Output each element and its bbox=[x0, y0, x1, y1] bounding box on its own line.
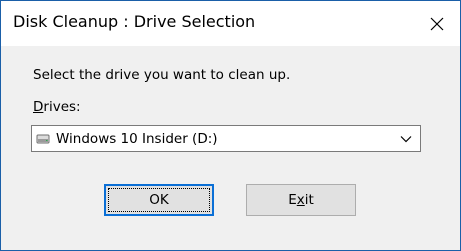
chevron-down-icon bbox=[400, 136, 412, 143]
drives-label-rest: rives: bbox=[43, 99, 81, 115]
close-button[interactable] bbox=[414, 1, 460, 46]
drive-icon bbox=[36, 134, 50, 144]
exit-button-label: Exit bbox=[288, 192, 314, 208]
drive-select[interactable]: Windows 10 Insider (D:) bbox=[31, 125, 421, 152]
focus-rectangle bbox=[108, 188, 210, 212]
title-bar: Disk Cleanup : Drive Selection bbox=[1, 1, 460, 46]
exit-label-start: E bbox=[288, 192, 297, 208]
exit-label-end: it bbox=[304, 192, 314, 208]
exit-label-accelerator: x bbox=[296, 192, 305, 208]
prompt-text: Select the drive you want to clean up. bbox=[33, 67, 291, 83]
drives-label: Drives: bbox=[33, 99, 81, 115]
dialog-window: Disk Cleanup : Drive Selection Select th… bbox=[0, 0, 461, 251]
window-title: Disk Cleanup : Drive Selection bbox=[13, 12, 256, 31]
ok-button[interactable]: OK bbox=[104, 184, 214, 216]
close-icon bbox=[430, 17, 444, 30]
exit-button[interactable]: Exit bbox=[246, 184, 356, 216]
selected-drive: Windows 10 Insider (D:) bbox=[56, 131, 218, 147]
drives-label-accelerator: D bbox=[33, 99, 44, 115]
